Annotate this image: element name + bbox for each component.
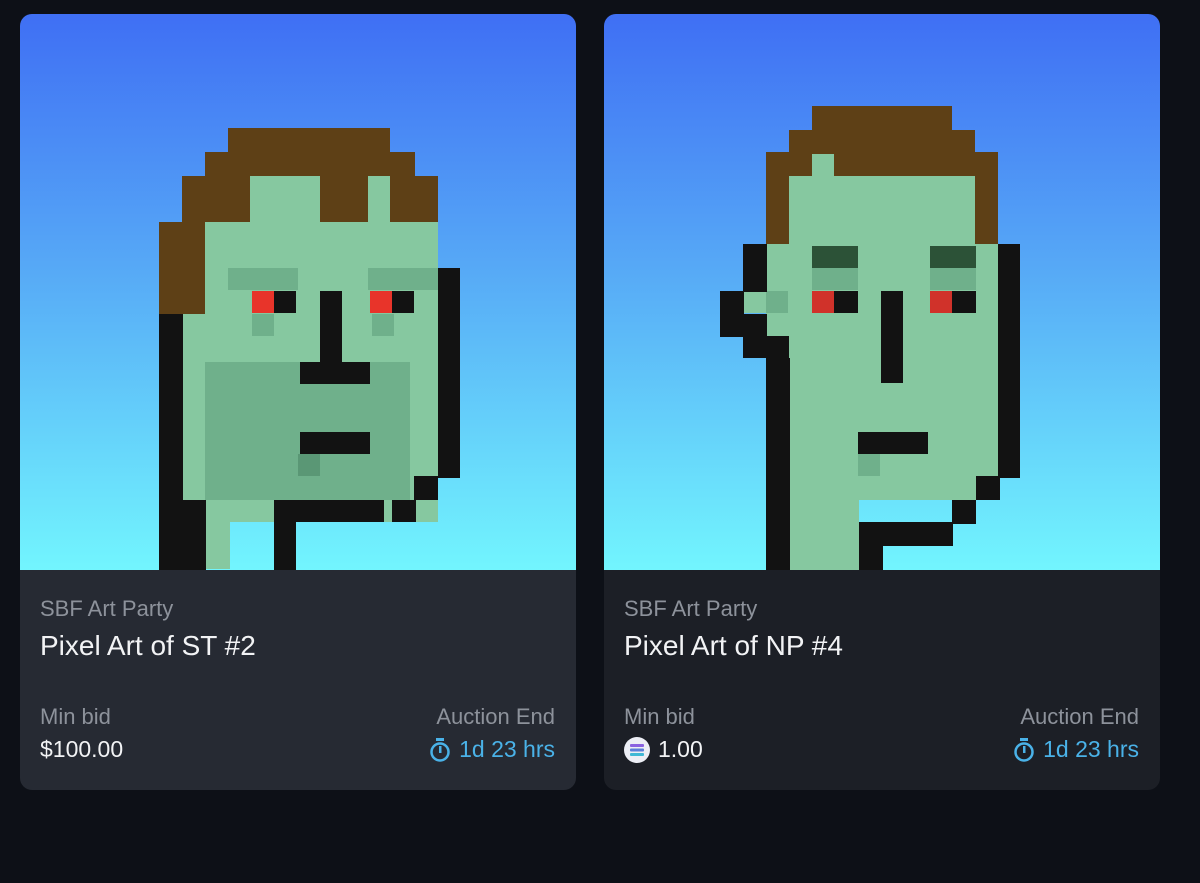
- min-bid-value-group: 1.00: [624, 736, 703, 763]
- collection-name[interactable]: SBF Art Party: [40, 596, 173, 622]
- stopwatch-icon: [1014, 737, 1034, 762]
- auction-end-label: Auction End: [1020, 704, 1139, 729]
- stopwatch-icon: [430, 737, 450, 762]
- nft-info: SBF Art Party Pixel Art of ST #2 Min bid…: [20, 570, 576, 790]
- nft-image[interactable]: [604, 14, 1160, 570]
- min-bid-value: 1.00: [658, 736, 703, 762]
- nft-title[interactable]: Pixel Art of NP #4: [624, 630, 843, 662]
- nft-card[interactable]: SBF Art Party Pixel Art of NP #4 Min bid…: [604, 14, 1160, 790]
- auction-end-label: Auction End: [436, 704, 555, 729]
- auction-countdown: 1d 23 hrs: [429, 736, 555, 763]
- min-bid-label: Min bid: [624, 704, 695, 729]
- collection-name[interactable]: SBF Art Party: [624, 596, 757, 622]
- nft-image[interactable]: [20, 14, 576, 570]
- solana-coin-icon: [624, 736, 650, 763]
- min-bid-label: Min bid: [40, 704, 111, 729]
- nft-info: SBF Art Party Pixel Art of NP #4 Min bid…: [604, 570, 1160, 790]
- nft-card[interactable]: SBF Art Party Pixel Art of ST #2 Min bid…: [20, 14, 576, 790]
- min-bid-value: $100.00: [40, 736, 124, 762]
- pixel-art-punk-np: [720, 106, 1020, 570]
- auction-countdown: 1d 23 hrs: [1013, 736, 1139, 763]
- pixel-art-punk-st: [159, 128, 460, 570]
- auction-end-value: 1d 23 hrs: [459, 736, 555, 762]
- auction-end-value: 1d 23 hrs: [1043, 736, 1139, 762]
- nft-title[interactable]: Pixel Art of ST #2: [40, 630, 256, 662]
